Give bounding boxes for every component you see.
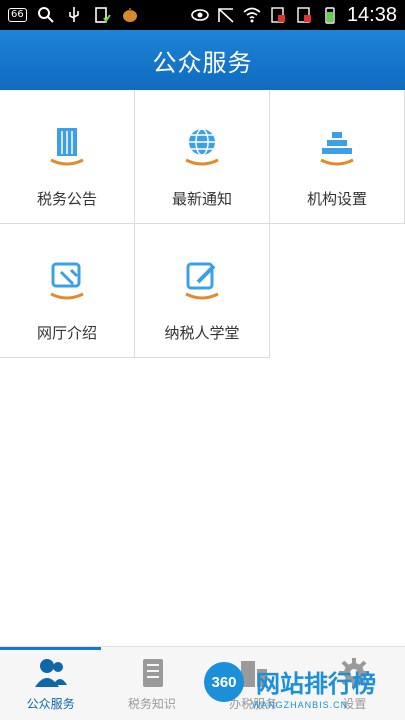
sim-icon (271, 7, 285, 23)
tools-icon (50, 262, 84, 300)
nav-public-service[interactable]: 公众服务 (0, 647, 102, 720)
sim2-icon (297, 7, 311, 23)
title-bar: 公众服务 (0, 30, 405, 90)
grid-item-label: 税务公告 (36, 190, 97, 208)
building-icon (50, 128, 84, 166)
service-grid: 税务公告 最新通知 机构设置 网厅介绍 纳税人学堂 (0, 90, 405, 358)
watermark-badge: 360 (204, 662, 244, 702)
nav-tax-knowledge[interactable]: 税务知识 (101, 647, 202, 720)
wifi-icon (243, 7, 261, 23)
pyramid-icon (320, 132, 354, 166)
watermark-text: 网站排行榜 (256, 670, 376, 698)
grid-item-label: 最新通知 (171, 190, 232, 208)
users-icon (34, 659, 67, 687)
watermark: 360 网站排行榜 WANGZHANBIS.CN (196, 656, 405, 720)
grid-item-tax-announcements[interactable]: 税务公告 (0, 90, 135, 224)
grid-item-taxpayer-school[interactable]: 纳税人学堂 (135, 224, 270, 358)
pencil-pad-icon (185, 262, 219, 300)
nav-label: 税务知识 (127, 697, 176, 711)
sd-card-icon (94, 7, 111, 23)
watermark-sub: WANGZHANBIS.CN (252, 700, 349, 710)
grid-item-hall-intro[interactable]: 网厅介绍 (0, 224, 135, 358)
onion-icon (122, 8, 137, 22)
grid-item-latest-notices[interactable]: 最新通知 (135, 90, 270, 224)
mute-icon (218, 8, 234, 23)
notification-badge: 66 (8, 8, 27, 22)
nav-label: 公众服务 (26, 697, 75, 711)
eye-icon (191, 9, 209, 21)
grid-item-label: 网厅介绍 (36, 324, 97, 342)
usb-icon (68, 7, 79, 22)
page-title: 公众服务 (152, 48, 253, 77)
grid-item-organization[interactable]: 机构设置 (270, 90, 405, 224)
grid-empty-cell (270, 224, 405, 358)
battery-icon (325, 7, 335, 24)
grid-item-label: 纳税人学堂 (164, 324, 240, 342)
globe-icon (185, 128, 219, 166)
grid-item-label: 机构设置 (306, 190, 367, 208)
status-bar: 66 14:38 (0, 0, 405, 30)
book-icon (142, 659, 163, 687)
clock: 14:38 (346, 3, 397, 26)
search-icon (37, 7, 54, 23)
